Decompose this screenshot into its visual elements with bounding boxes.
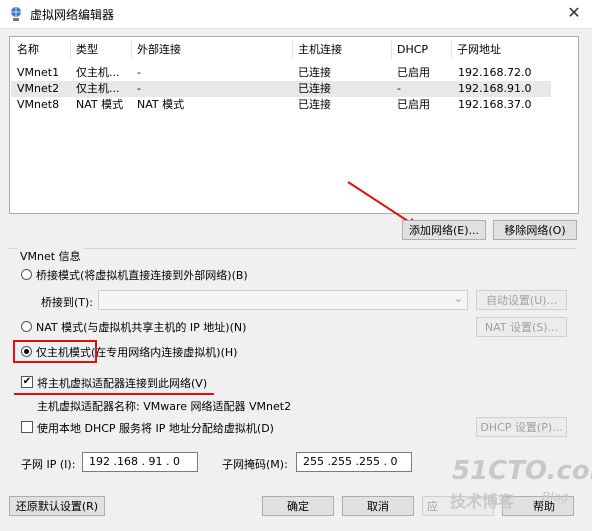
- restore-defaults-button[interactable]: 还原默认设置(R): [9, 496, 105, 516]
- nat-mode-radio[interactable]: [21, 321, 32, 332]
- annotation-underline: [14, 393, 214, 395]
- dhcp-settings-button[interactable]: DHCP 设置(P)...: [476, 417, 567, 437]
- bridge-mode-radio[interactable]: [21, 269, 32, 280]
- vmnet-info-label: VMnet 信息: [18, 248, 83, 264]
- chevron-down-icon: ⌄: [453, 292, 463, 305]
- use-dhcp-checkbox[interactable]: [21, 421, 33, 433]
- nat-mode-label[interactable]: NAT 模式(与虚拟机共享主机的 IP 地址)(N): [36, 319, 246, 335]
- remove-network-button[interactable]: 移除网络(O): [493, 220, 577, 240]
- subnet-ip-label: 子网 IP (I):: [21, 458, 76, 471]
- subnet-mask-input[interactable]: 255 .255 .255 . 0: [296, 452, 412, 472]
- use-dhcp-label[interactable]: 使用本地 DHCP 服务将 IP 地址分配给虚拟机(D): [37, 420, 274, 436]
- bridge-mode-label[interactable]: 桥接模式(将虚拟机直接连接到外部网络)(B): [36, 267, 248, 283]
- subnet-mask-label: 子网掩码(M):: [222, 458, 288, 471]
- watermark-site: 51CTO.com: [452, 456, 592, 486]
- connect-adapter-label[interactable]: 将主机虚拟适配器连接到此网络(V): [37, 375, 207, 391]
- watermark-tag: 技术博客: [450, 492, 515, 511]
- adapter-name-text: 主机虚拟适配器名称: VMware 网络适配器 VMnet2: [37, 400, 292, 413]
- ok-button[interactable]: 确定: [262, 496, 334, 516]
- auto-settings-button[interactable]: 自动设置(U)...: [476, 290, 567, 310]
- connect-adapter-checkbox[interactable]: ✔: [21, 376, 33, 388]
- watermark-blog: Blog: [542, 490, 569, 504]
- bridge-to-select[interactable]: ⌄: [98, 290, 468, 310]
- bridge-to-label: 桥接到(T):: [41, 296, 94, 309]
- add-network-button[interactable]: 添加网络(E)...: [402, 220, 486, 240]
- annotation-highlight-box: [13, 340, 97, 363]
- nat-settings-button[interactable]: NAT 设置(S)...: [476, 317, 567, 337]
- cancel-button[interactable]: 取消: [342, 496, 414, 516]
- subnet-ip-input[interactable]: 192 .168 . 91 . 0: [82, 452, 198, 472]
